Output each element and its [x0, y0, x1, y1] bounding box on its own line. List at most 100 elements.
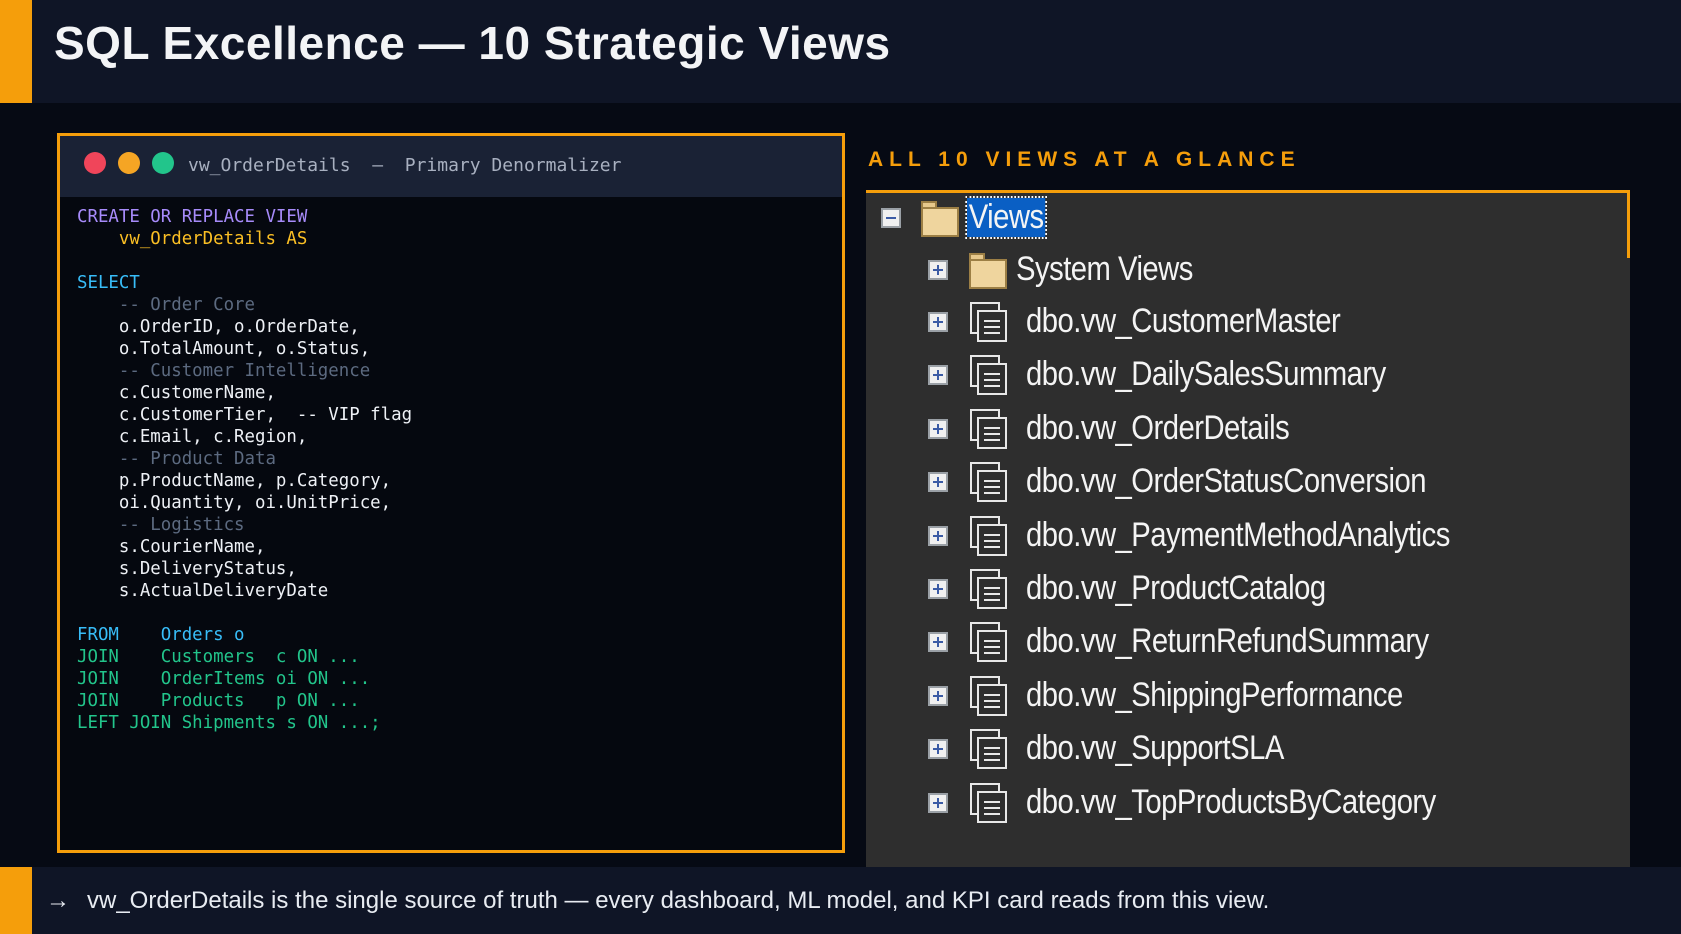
expand-icon[interactable]: [928, 472, 948, 493]
sql-code-block: CREATE OR REPLACE VIEW vw_OrderDetails A…: [77, 206, 412, 734]
tree-node-label[interactable]: dbo.vw_ProductCatalog: [1026, 569, 1326, 608]
code-token: p.ProductName, p.Category,: [77, 471, 392, 491]
expand-icon[interactable]: [928, 739, 948, 760]
expand-icon[interactable]: [928, 579, 948, 599]
tree-node-view[interactable]: dbo.vw_OrderDetails: [866, 405, 1626, 455]
code-line: LEFT JOIN Shipments s ON ...;: [77, 712, 412, 734]
tree-node-view[interactable]: dbo.vw_ProductCatalog: [866, 565, 1626, 615]
code-line: -- Logistics: [77, 514, 412, 536]
header-accent-bar: [0, 0, 32, 103]
code-line: c.CustomerTier, -- VIP flag: [77, 404, 412, 426]
code-token: FROM Orders o: [77, 625, 245, 645]
tree-node-system-views[interactable]: System Views: [866, 246, 1626, 296]
code-token: -- Order Core: [77, 295, 255, 315]
tree-node-view[interactable]: dbo.vw_CustomerMaster: [866, 298, 1626, 348]
code-line: s.CourierName,: [77, 536, 412, 558]
collapse-icon[interactable]: [881, 208, 901, 228]
tree-node-label[interactable]: dbo.vw_ShippingPerformance: [1026, 676, 1403, 715]
expand-icon[interactable]: [928, 632, 948, 653]
code-line: p.ProductName, p.Category,: [77, 470, 412, 492]
tree-node-label[interactable]: dbo.vw_SupportSLA: [1026, 729, 1284, 768]
code-token: o.OrderID, o.OrderDate,: [77, 317, 360, 337]
code-token: JOIN Customers c ON ...: [77, 647, 360, 667]
view-icon: [970, 515, 1010, 558]
tree-node-label[interactable]: dbo.vw_OrderStatusConversion: [1026, 462, 1427, 501]
code-line: o.OrderID, o.OrderDate,: [77, 316, 412, 338]
code-window: vw_OrderDetails — Primary Denormalizer C…: [57, 133, 845, 853]
slide-title: SQL Excellence — 10 Strategic Views: [54, 17, 891, 69]
code-token: s.DeliveryStatus,: [77, 559, 297, 579]
code-line: -- Order Core: [77, 294, 412, 316]
tree-node-label[interactable]: Views: [965, 196, 1048, 239]
code-line: JOIN OrderItems oi ON ...: [77, 668, 412, 690]
code-token: JOIN Products p ON ...: [77, 691, 360, 711]
expand-icon[interactable]: [928, 418, 948, 439]
code-token: s.ActualDeliveryDate: [77, 581, 329, 601]
view-icon: [970, 408, 1010, 451]
object-explorer-tree: Views System Views dbo.vw_CustomerMaster…: [866, 190, 1630, 869]
code-token: vw_OrderDetails AS: [77, 229, 308, 249]
code-token: oi.Quantity, oi.UnitPrice,: [77, 493, 392, 513]
view-icon: [970, 462, 1010, 504]
tree-node-view[interactable]: dbo.vw_TopProductsByCategory: [866, 779, 1626, 829]
expand-icon[interactable]: [928, 792, 948, 813]
tree-node-label[interactable]: dbo.vw_OrderDetails: [1026, 409, 1290, 448]
code-token: o.TotalAmount, o.Status,: [77, 339, 371, 359]
tree-node-view[interactable]: dbo.vw_PaymentMethodAnalytics: [866, 512, 1626, 562]
tree-node-label[interactable]: dbo.vw_PaymentMethodAnalytics: [1026, 516, 1450, 555]
code-line: s.DeliveryStatus,: [77, 558, 412, 580]
slide-header: SQL Excellence — 10 Strategic Views: [0, 0, 1681, 103]
tree-node-view[interactable]: dbo.vw_ShippingPerformance: [866, 672, 1626, 722]
view-icon: [970, 729, 1010, 771]
code-line: o.TotalAmount, o.Status,: [77, 338, 412, 360]
close-dot-icon[interactable]: [84, 152, 106, 174]
maximize-dot-icon[interactable]: [152, 152, 174, 174]
code-line: JOIN Products p ON ...: [77, 690, 412, 712]
code-window-titlebar: vw_OrderDetails — Primary Denormalizer: [60, 136, 842, 197]
tree-node-label[interactable]: dbo.vw_TopProductsByCategory: [1026, 783, 1436, 822]
code-token: c.CustomerName,: [77, 383, 276, 403]
minimize-dot-icon[interactable]: [118, 152, 140, 174]
view-icon: [970, 355, 1010, 397]
view-icon: [970, 569, 1010, 611]
code-line: c.CustomerName,: [77, 382, 412, 404]
tree-node-view[interactable]: dbo.vw_ReturnRefundSummary: [866, 618, 1626, 668]
expand-icon[interactable]: [928, 365, 948, 386]
tree-node-label[interactable]: dbo.vw_DailySalesSummary: [1026, 355, 1386, 394]
tree-node-view[interactable]: dbo.vw_SupportSLA: [866, 725, 1626, 775]
view-icon: [970, 782, 1010, 825]
code-token: -- Product Data: [77, 449, 276, 469]
tree-node-label[interactable]: System Views: [1016, 250, 1193, 289]
tree-node-view[interactable]: dbo.vw_OrderStatusConversion: [866, 458, 1626, 508]
code-token: c.CustomerTier, -- VIP flag: [77, 405, 413, 425]
code-line: s.ActualDeliveryDate: [77, 580, 412, 602]
code-token: c.Email, c.Region,: [77, 427, 308, 447]
code-line: -- Customer Intelligence: [77, 360, 412, 382]
code-line: vw_OrderDetails AS: [77, 228, 412, 250]
code-line: CREATE OR REPLACE VIEW: [77, 206, 412, 228]
tree-node-views[interactable]: Views: [866, 194, 1626, 244]
code-token: JOIN OrderItems oi ON ...: [77, 669, 371, 689]
tree-node-label[interactable]: dbo.vw_ReturnRefundSummary: [1026, 622, 1429, 661]
code-token: LEFT JOIN Shipments s ON ...;: [77, 713, 381, 733]
code-token: SELECT: [77, 273, 140, 293]
view-icon: [970, 302, 1010, 344]
code-token: s.CourierName,: [77, 537, 266, 557]
view-icon: [970, 675, 1010, 718]
tree-node-label[interactable]: dbo.vw_CustomerMaster: [1026, 302, 1341, 341]
expand-icon[interactable]: [928, 685, 948, 706]
folder-icon: [921, 201, 959, 237]
code-window-title: vw_OrderDetails — Primary Denormalizer: [188, 155, 622, 176]
slide-footer: → vw_OrderDetails is the single source o…: [0, 867, 1681, 934]
footer-accent-bar: [0, 867, 32, 934]
expand-icon[interactable]: [928, 260, 948, 280]
expand-icon[interactable]: [928, 312, 948, 332]
expand-icon[interactable]: [928, 525, 948, 546]
code-line: JOIN Customers c ON ...: [77, 646, 412, 668]
arrow-right-icon: →: [46, 887, 70, 914]
views-panel-label: ALL 10 VIEWS AT A GLANCE: [868, 148, 1301, 171]
code-token: -- Logistics: [77, 515, 245, 535]
tree-node-view[interactable]: dbo.vw_DailySalesSummary: [866, 351, 1626, 401]
